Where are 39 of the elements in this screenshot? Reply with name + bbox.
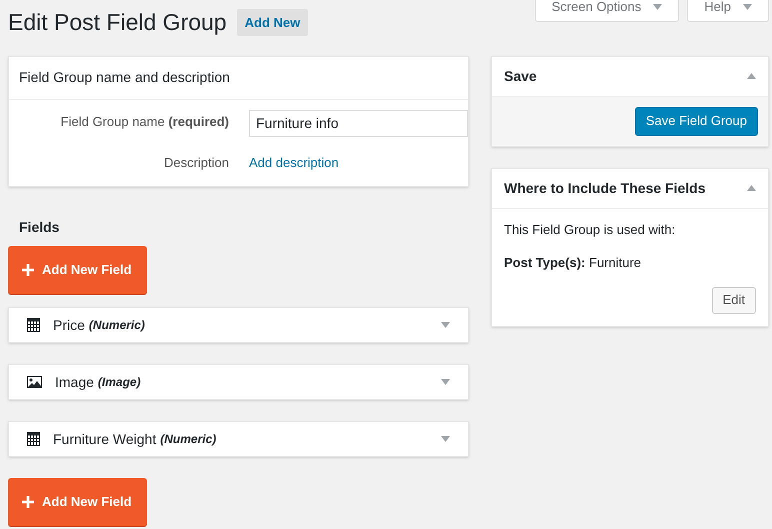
- name-input[interactable]: Furniture info: [249, 110, 468, 136]
- expand-icon[interactable]: [441, 436, 450, 442]
- panel-title: Save: [504, 66, 537, 86]
- field-type: (Image): [98, 374, 141, 391]
- field-name: Furniture Weight: [53, 430, 156, 449]
- image-icon: [27, 376, 42, 388]
- field-row[interactable]: Image (Image): [8, 364, 469, 400]
- expand-icon[interactable]: [441, 322, 450, 328]
- add-description-link[interactable]: Add description: [249, 152, 468, 172]
- field-name: Price: [53, 316, 85, 334]
- edit-button[interactable]: Edit: [712, 286, 756, 314]
- expand-icon[interactable]: [441, 379, 450, 385]
- field-type: (Numeric): [160, 431, 216, 448]
- usage-intro: This Field Group is used with:: [504, 220, 676, 239]
- calculator-icon: [27, 318, 40, 332]
- add-field-button[interactable]: Add New Field: [8, 478, 147, 526]
- fields-heading: Fields: [19, 218, 60, 237]
- plus-icon: [22, 264, 34, 276]
- field-type: (Numeric): [88, 317, 145, 334]
- field-row[interactable]: Price (Numeric): [8, 307, 469, 343]
- screen-options-button[interactable]: Screen Options: [534, 0, 680, 22]
- panel-title: Where to Include These Fields: [504, 178, 706, 198]
- expand-icon[interactable]: [653, 4, 662, 10]
- panel-title: Field Group name and description: [19, 68, 230, 84]
- add-field-button[interactable]: Add New Field: [8, 246, 147, 294]
- save-button[interactable]: Save Field Group: [634, 106, 758, 136]
- expand-icon[interactable]: [743, 4, 752, 10]
- field-row[interactable]: Furniture Weight (Numeric): [8, 421, 469, 457]
- collapse-icon[interactable]: [747, 73, 756, 79]
- calculator-icon: [27, 432, 40, 446]
- field-name: Image: [55, 372, 94, 392]
- page-title: Edit Post Field Group: [8, 8, 227, 37]
- field-label: Description: [162, 154, 229, 172]
- collapse-icon[interactable]: [747, 185, 756, 191]
- field-label: Field Group name (required): [60, 112, 229, 131]
- add-new-button[interactable]: Add New: [236, 8, 308, 36]
- plus-icon: [22, 496, 34, 508]
- post-type-rule: Post Type(s): Furniture: [504, 254, 642, 272]
- help-button[interactable]: Help: [687, 0, 769, 22]
